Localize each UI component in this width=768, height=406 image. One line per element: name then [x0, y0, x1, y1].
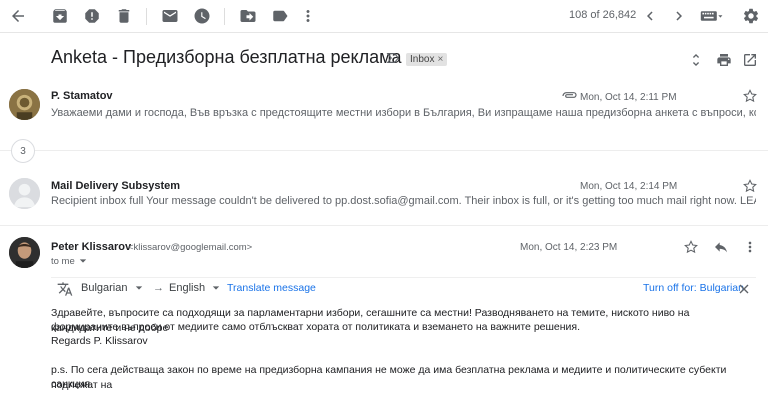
- message-signature: Regards P. Klissarov: [51, 335, 148, 347]
- star-icon[interactable]: [683, 239, 699, 255]
- settings-icon[interactable]: [741, 6, 761, 26]
- target-language-label: English: [169, 282, 206, 294]
- toolbar-divider: [224, 8, 225, 25]
- inbox-label-text: Inbox: [410, 54, 435, 65]
- action-toolbar: 108 of 26,842: [0, 0, 768, 33]
- source-language-select[interactable]: Bulgarian: [81, 282, 143, 294]
- message-date: Mon, Oct 14, 2:11 PM: [580, 92, 677, 103]
- chevron-down-icon: [135, 286, 142, 290]
- target-language-select[interactable]: English: [169, 282, 220, 294]
- translate-icon: [57, 282, 73, 296]
- remove-label-icon[interactable]: ×: [437, 54, 443, 65]
- star-icon[interactable]: [742, 88, 758, 104]
- sender-name: Mail Delivery Subsystem: [51, 180, 181, 192]
- more-vert-icon[interactable]: [742, 239, 758, 255]
- newer-icon[interactable]: [640, 6, 660, 26]
- translate-bar: Bulgarian → English Translate message Tu…: [51, 277, 756, 299]
- archive-icon[interactable]: [50, 6, 70, 26]
- attachment-icon: [562, 92, 577, 98]
- star-icon[interactable]: [742, 178, 758, 194]
- message-snippet: Уважаеми дами и господа, Във връзка с пр…: [51, 107, 756, 119]
- message-snippet: Recipient inbox full Your message couldn…: [51, 195, 756, 207]
- more-vert-icon[interactable]: [298, 6, 318, 26]
- message-item[interactable]: P. Stamatov Mon, Oct 14, 2:11 PM Уважаем…: [0, 84, 768, 129]
- sender-name: P. Stamatov: [51, 90, 113, 102]
- collapsed-divider-line: [0, 150, 768, 151]
- translate-arrow: →: [153, 282, 164, 294]
- pagination-count: 108 of 26,842: [569, 9, 637, 21]
- avatar: [9, 89, 40, 120]
- input-tools-icon[interactable]: [699, 6, 725, 26]
- mark-unread-icon[interactable]: [160, 6, 180, 26]
- message-date: Mon, Oct 14, 2:14 PM: [580, 181, 678, 192]
- importance-marker-icon[interactable]: [386, 51, 400, 65]
- print-icon[interactable]: [716, 52, 732, 68]
- message-body-line: санкция.: [51, 378, 93, 390]
- message-body-line: формираните въпроси от медиите само отбл…: [51, 321, 581, 333]
- avatar: [9, 237, 40, 268]
- chevron-down-icon: [212, 286, 220, 290]
- message-item[interactable]: Mail Delivery Subsystem Mon, Oct 14, 2:1…: [0, 172, 768, 217]
- back-arrow-icon[interactable]: [8, 6, 28, 26]
- turn-off-translation-link[interactable]: Turn off for: Bulgarian: [643, 282, 744, 294]
- snooze-icon[interactable]: [192, 6, 212, 26]
- toolbar-divider: [146, 8, 147, 25]
- sender-email: <klissarov@googlemail.com>: [128, 242, 253, 253]
- label-icon[interactable]: [270, 6, 290, 26]
- older-icon[interactable]: [669, 6, 689, 26]
- message-date: Mon, Oct 14, 2:23 PM: [520, 242, 618, 253]
- recipients-label: to me: [51, 256, 75, 267]
- sender-name: Peter Klissarov: [51, 241, 132, 253]
- avatar: [9, 178, 40, 209]
- recipients-toggle[interactable]: to me: [51, 256, 87, 267]
- collapsed-messages-count[interactable]: 3: [11, 139, 35, 163]
- delete-icon[interactable]: [114, 6, 134, 26]
- expand-all-icon[interactable]: [688, 52, 704, 68]
- chevron-down-icon: [80, 259, 87, 264]
- translate-message-link[interactable]: Translate message: [227, 282, 316, 294]
- email-subject: Anketa - Предизборна безплатна реклама: [51, 47, 402, 67]
- report-spam-icon[interactable]: [82, 6, 102, 26]
- close-icon[interactable]: [739, 284, 749, 294]
- message-divider: [0, 225, 768, 226]
- inbox-label-badge[interactable]: Inbox ×: [406, 53, 448, 66]
- subject-row: Anketa - Предизборна безплатна реклама I…: [0, 40, 768, 76]
- open-in-new-window-icon[interactable]: [742, 52, 758, 68]
- move-to-icon[interactable]: [238, 6, 258, 26]
- reply-icon[interactable]: [713, 239, 729, 255]
- source-language-label: Bulgarian: [81, 282, 128, 294]
